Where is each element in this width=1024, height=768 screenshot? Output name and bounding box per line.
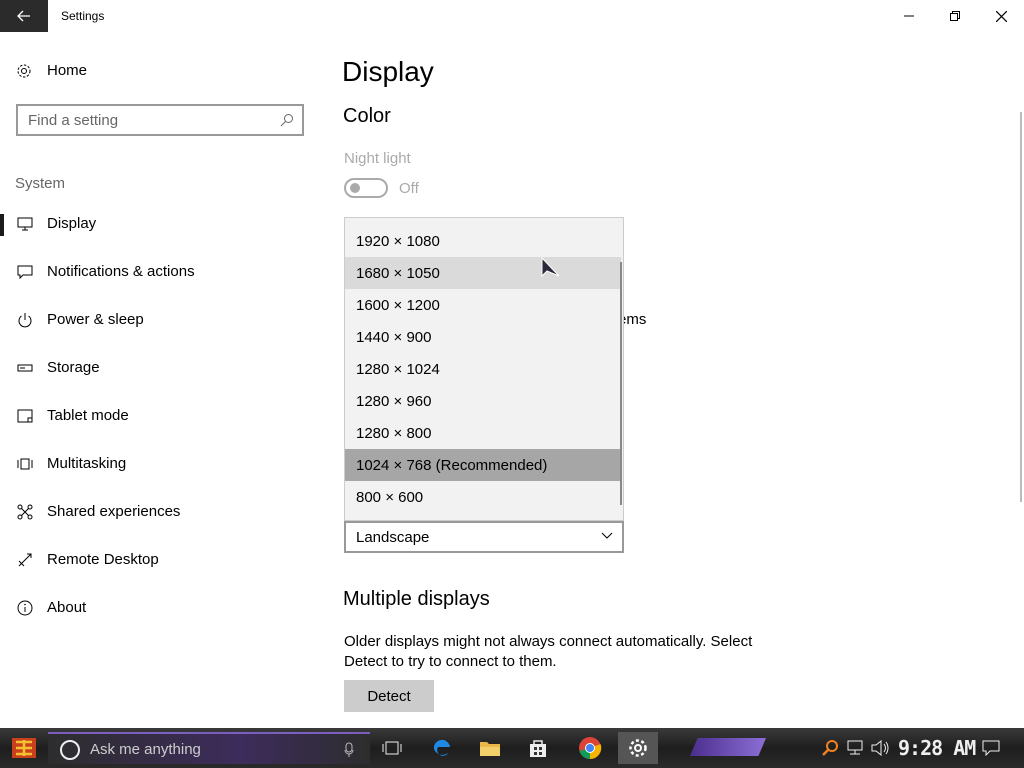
chrome-icon [579,737,602,760]
resolution-option[interactable]: 1280 × 1024 [345,353,621,385]
resolution-option[interactable]: 1600 × 1200 [345,289,621,321]
page-title: Display [342,56,434,87]
sidebar-item-label: Power & sleep [47,311,144,328]
sidebar-item-multitasking[interactable]: Multitasking [0,444,320,484]
window-title: Settings [61,9,105,23]
store-button[interactable] [518,732,558,764]
back-button[interactable] [0,0,48,32]
resolution-option-selected[interactable]: 1024 × 768 (Recommended) [345,449,621,481]
chrome-button[interactable] [570,732,610,764]
sidebar-item-power[interactable]: Power & sleep [0,300,320,340]
monitor-icon [17,217,33,231]
sidebar-item-tablet-mode[interactable]: Tablet mode [0,396,320,436]
night-light-state: Off [399,180,419,197]
home-label: Home [47,62,88,79]
sidebar-item-label: About [47,599,87,616]
minimize-button[interactable] [886,0,932,32]
section-title-color: Color [343,105,391,127]
night-light-label: Night light [344,150,411,167]
message-icon [17,265,33,280]
restore-icon [950,11,960,21]
mouse-cursor-icon [541,256,560,278]
taskbar-decoration [690,738,766,756]
task-view-button[interactable] [372,732,412,764]
sidebar-item-label: Display [47,215,97,232]
resolution-option[interactable]: 1440 × 900 [345,321,621,353]
remote-desktop-icon [18,553,32,567]
sidebar-item-label: Tablet mode [47,407,129,424]
sidebar-item-about[interactable]: About [0,588,320,628]
orientation-value: Landscape [356,528,430,546]
resolution-option[interactable]: 1920 × 1080 [345,225,621,257]
start-button[interactable] [0,728,48,768]
sidebar-item-label: Multitasking [47,455,127,472]
folder-icon [480,742,500,756]
task-view-icon [382,741,402,755]
search-icon [280,114,293,127]
storage-icon [17,364,33,372]
shared-icon [17,504,33,520]
resolution-dropdown-list[interactable]: 1920 × 1080 1680 × 1050 1600 × 1200 1440… [344,217,624,521]
search-tray-icon[interactable] [822,739,840,757]
selection-indicator [0,214,4,236]
network-icon[interactable] [846,740,864,756]
chevron-down-icon [601,532,613,539]
file-explorer-button[interactable] [470,732,510,764]
edge-button[interactable] [422,732,462,764]
sidebar-item-notifications[interactable]: Notifications & actions [0,252,320,292]
resolution-option[interactable]: 1280 × 800 [345,417,621,449]
power-icon [18,313,32,328]
sidebar-item-label: Storage [47,359,100,376]
restore-button[interactable] [932,0,978,32]
taskbar-clock[interactable]: 9:28 AM [898,736,976,760]
toggle-knob [350,183,360,193]
search-input[interactable]: Find a setting [16,104,304,136]
store-icon [530,740,546,757]
info-icon [17,600,33,616]
sidebar-item-remote-desktop[interactable]: Remote Desktop [0,540,320,580]
sidebar-item-label: Remote Desktop [47,551,159,568]
edge-icon [433,739,450,756]
sidebar-item-label: Notifications & actions [47,263,195,280]
multiple-displays-description: Older displays might not always connect … [344,633,753,670]
home-link[interactable]: Home [16,62,87,79]
sidebar-item-label: Shared experiences [47,503,181,520]
minimize-icon [904,15,914,17]
resolution-option[interactable]: 1680 × 1050 [345,257,621,289]
tablet-icon [17,409,33,423]
back-arrow-icon [17,10,30,22]
sidebar-item-storage[interactable]: Storage [0,348,320,388]
night-light-toggle[interactable] [344,178,388,198]
close-icon [995,10,1007,22]
sidebar-item-shared-experiences[interactable]: Shared experiences [0,492,320,532]
detect-button[interactable]: Detect [344,680,434,712]
cortana-icon [60,740,80,760]
gear-icon [629,739,647,757]
close-button[interactable] [978,0,1024,32]
action-center-icon[interactable] [982,740,1000,756]
search-placeholder: Find a setting [28,111,119,129]
dropdown-scrollbar[interactable] [620,262,622,505]
gear-icon [17,64,31,77]
taskbar-search-placeholder: Ask me anything [90,740,201,758]
main-content: Display Color Night light Off ems 1920 ×… [320,32,1024,728]
orientation-select[interactable]: Landscape [344,521,624,553]
settings-taskbar-button[interactable] [618,732,658,764]
start-logo-icon [12,738,36,758]
taskbar: Ask me anything 9:28 AM [0,728,1024,768]
volume-icon[interactable] [870,740,890,756]
multitasking-icon [17,458,33,470]
sidebar-item-display[interactable]: Display [0,204,320,244]
group-label-system: System [15,175,66,192]
section-title-multiple-displays: Multiple displays [343,588,490,610]
resolution-option[interactable]: 1280 × 960 [345,385,621,417]
page-scrollbar[interactable] [1020,112,1022,502]
resolution-option[interactable]: 800 × 600 [345,481,621,513]
taskbar-search-box[interactable]: Ask me anything [48,732,370,764]
title-bar: Settings [0,0,1024,32]
sidebar: Home Find a setting System Display Notif… [0,32,320,728]
microphone-icon[interactable] [344,742,354,758]
